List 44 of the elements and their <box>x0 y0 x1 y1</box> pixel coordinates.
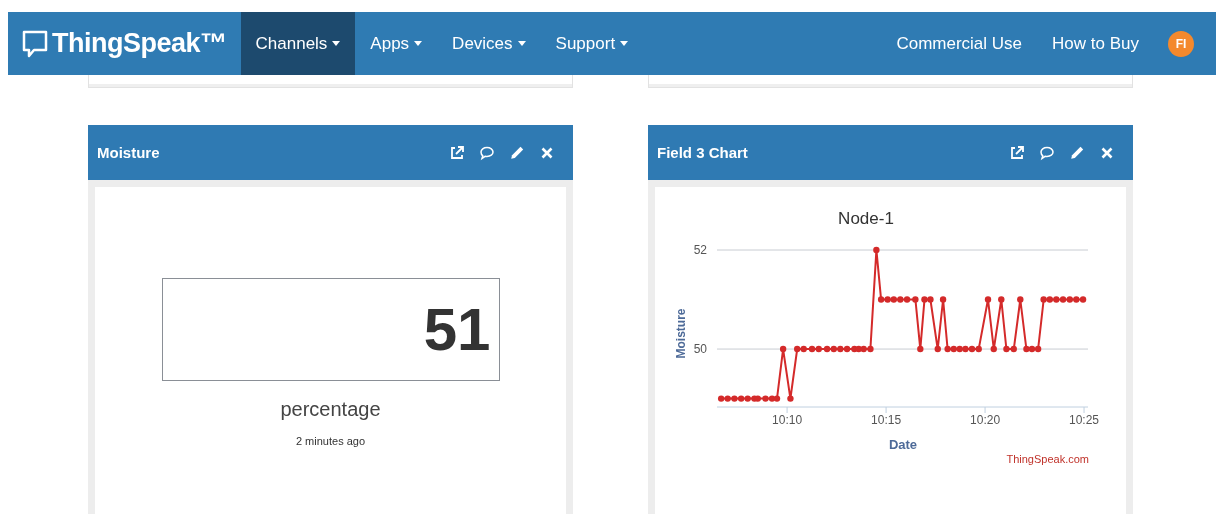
caret-icon <box>414 41 423 46</box>
external-link-icon[interactable] <box>1009 144 1025 161</box>
data-point <box>916 345 923 353</box>
caret-icon <box>332 41 341 46</box>
caret-icon <box>517 41 526 46</box>
comment-icon[interactable] <box>1039 144 1055 161</box>
x-tick-label: 10:15 <box>870 413 901 427</box>
pencil-icon[interactable] <box>1069 144 1085 161</box>
nav-menu[interactable]: Support <box>540 12 644 75</box>
card-title: Field 3 Chart <box>657 144 749 161</box>
chart-title: Node-1 <box>837 209 894 228</box>
nav-link[interactable]: Commercial Use <box>881 12 1038 75</box>
x-axis-title: Date <box>888 437 917 452</box>
external-link-icon[interactable] <box>449 144 465 161</box>
pencil-icon[interactable] <box>509 144 525 161</box>
data-point <box>1016 296 1023 303</box>
data-point <box>939 296 946 303</box>
value-display: 51 <box>161 278 500 381</box>
y-axis-title: Moisture <box>673 308 688 359</box>
data-point <box>934 345 941 353</box>
x-tick-label: 10:10 <box>771 413 802 427</box>
speech-bubble-icon[interactable] <box>22 29 48 58</box>
updated-time: 2 minutes ago <box>295 435 366 447</box>
logo-text[interactable]: ThingSpeak™ <box>52 28 227 59</box>
data-point <box>786 395 794 402</box>
user-avatar[interactable]: FI <box>1168 30 1194 57</box>
caret-icon <box>620 41 629 46</box>
x-tick-label: 10:20 <box>969 413 1000 427</box>
nav-menu[interactable]: Devices <box>437 12 541 75</box>
data-point <box>984 296 991 303</box>
x-tick-label: 10:25 <box>1068 413 1099 427</box>
nav-menu[interactable]: Apps <box>355 12 438 75</box>
card-title: Moisture <box>97 144 161 161</box>
comment-icon[interactable] <box>479 144 495 161</box>
nav-link[interactable]: How to Buy <box>1037 12 1154 75</box>
y-tick-label: 52 <box>693 243 707 257</box>
chart-credit: ThingSpeak.com <box>1006 453 1089 465</box>
y-tick-label: 50 <box>693 342 707 357</box>
data-point <box>990 345 997 353</box>
unit-label: percentage <box>280 398 381 421</box>
data-point <box>779 345 786 353</box>
data-point <box>872 246 880 254</box>
data-point <box>997 296 1004 303</box>
nav-menu[interactable]: Channels <box>240 12 356 75</box>
